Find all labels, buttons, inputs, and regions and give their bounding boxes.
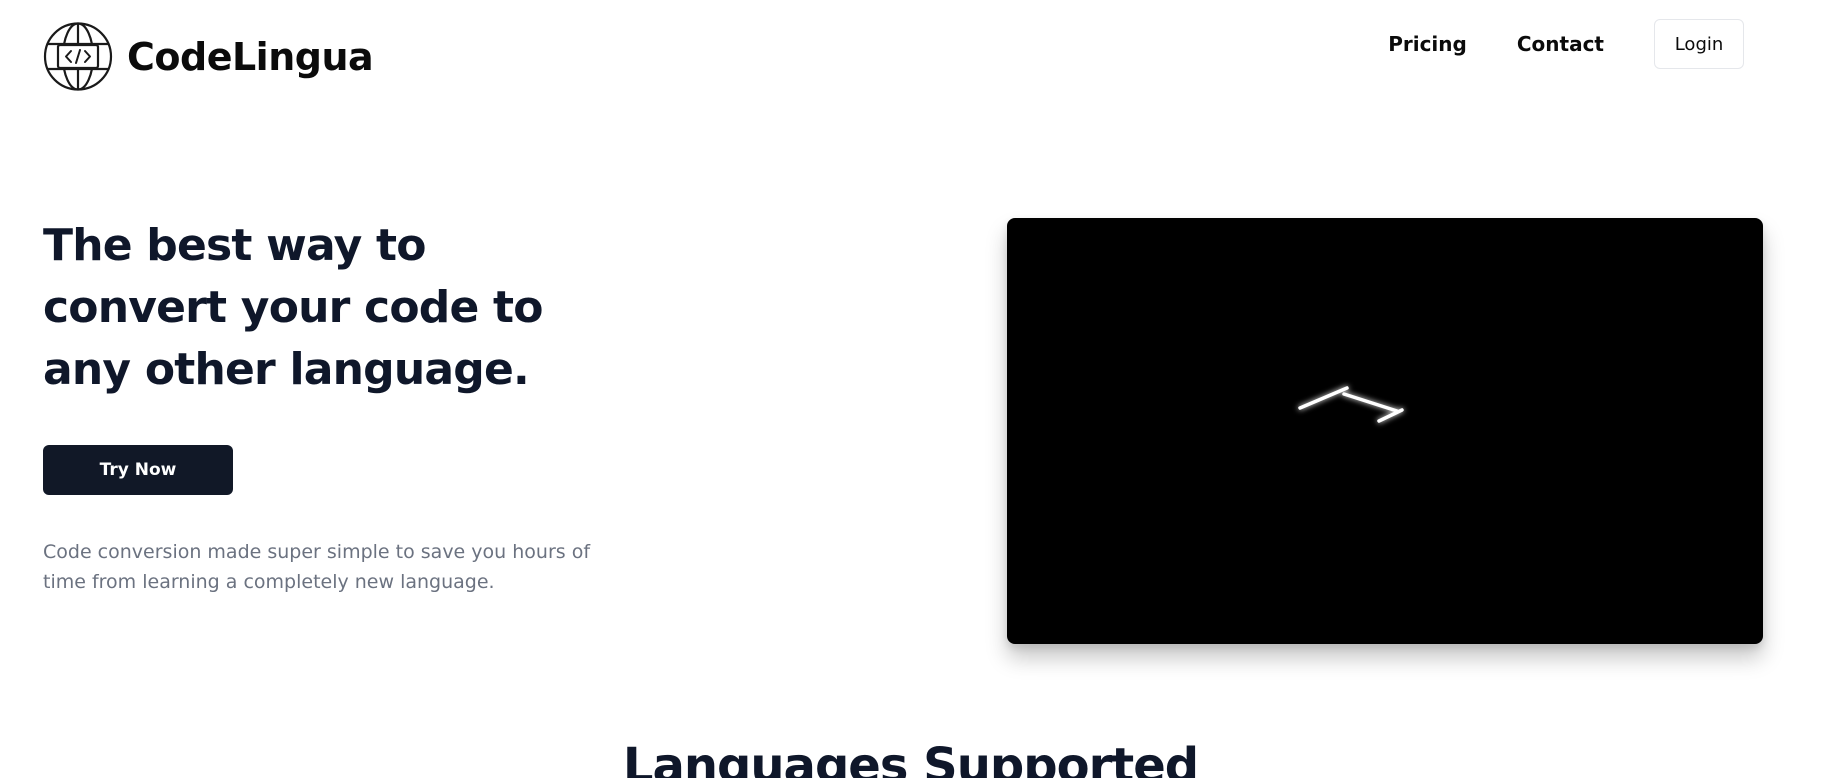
globe-code-icon bbox=[43, 22, 113, 91]
login-button[interactable]: Login bbox=[1654, 19, 1744, 69]
languages-supported-heading: Languages Supported bbox=[622, 738, 1199, 778]
page: CodeLingua Pricing Contact Login The bes… bbox=[0, 0, 1821, 778]
hero-description: Code conversion made super simple to sav… bbox=[43, 541, 591, 593]
brand-name: CodeLingua bbox=[127, 34, 374, 79]
try-now-button[interactable]: Try Now bbox=[43, 445, 233, 495]
hero-video[interactable] bbox=[1007, 218, 1763, 644]
nav-link-contact[interactable]: Contact bbox=[1517, 32, 1604, 56]
nav-link-pricing[interactable]: Pricing bbox=[1388, 32, 1467, 56]
hero-section: The best way to convert your code to any… bbox=[43, 215, 663, 616]
site-header: CodeLingua Pricing Contact Login bbox=[0, 0, 1821, 110]
light-streak-graphic bbox=[1298, 386, 1404, 423]
hero-title: The best way to convert your code to any… bbox=[43, 220, 544, 395]
main-nav: Pricing Contact Login bbox=[1388, 19, 1744, 69]
brand-logo-link[interactable]: CodeLingua bbox=[43, 18, 374, 95]
